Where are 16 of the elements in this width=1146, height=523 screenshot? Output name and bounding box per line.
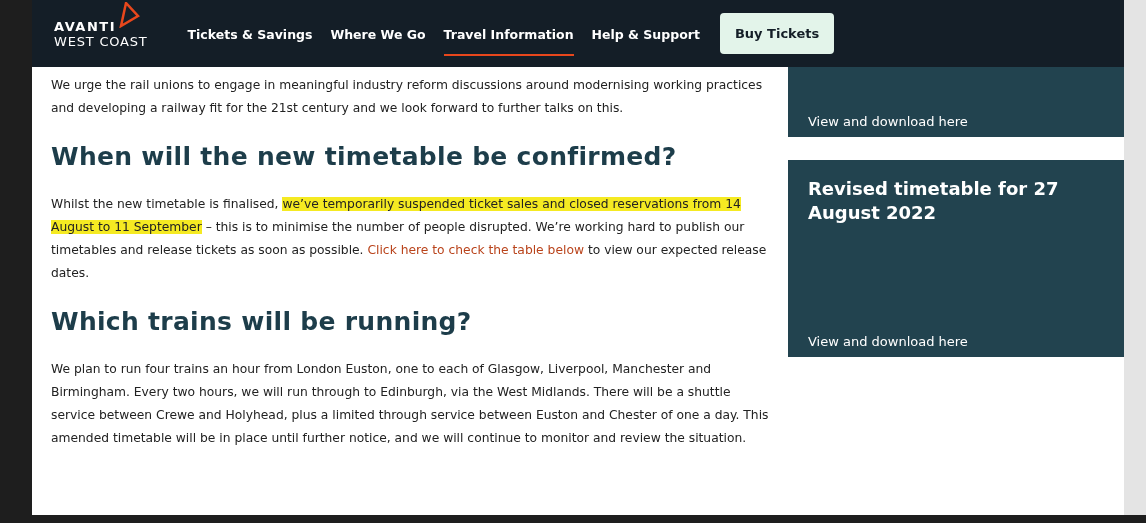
- nav-link[interactable]: Help & Support: [591, 15, 700, 56]
- buy-tickets-button[interactable]: Buy Tickets: [719, 13, 835, 54]
- section-heading: Which trains will be running?: [51, 307, 473, 336]
- section-heading: When will the new timetable be confirmed?: [51, 142, 678, 171]
- download-link[interactable]: View and download here: [808, 114, 1104, 129]
- text-link[interactable]: Click here to check the table below: [367, 243, 584, 257]
- download-link[interactable]: View and download here: [808, 334, 1104, 349]
- logo[interactable]: AVANTI WEST COAST: [54, 18, 148, 49]
- nav-link[interactable]: Where We Go: [330, 15, 426, 56]
- triangle-icon: [117, 2, 140, 28]
- nav-link[interactable]: Travel Information: [443, 15, 574, 56]
- card-title: Revised timetable for 27 August 2022: [808, 177, 1060, 225]
- paragraph: Whilst the new timetable is finalised, we’ve temporarily suspended ticket sales and closed reservations from 14 August to 11 September – this is to minimise the number of people disrupted. We’re working hard to publish our timetables and release tickets as soon as possible. Click here to check the table below to view our expected release dates.: [51, 196, 768, 282]
- paragraph: We plan to run four trains an hour from London Euston, one to each of Glasgow, Liverpool, Manchester and Birmingham. Every two hours, we will run through to Edinburgh, via the West Midlands. There will be a shuttle service between Crewe and Holyhead, plus a limited through service between Euston and Chester of one a day. This amended timetable will be in place until further notice, and we will continue to monitor and review the situation.: [51, 361, 769, 447]
- paragraph: We urge the rail unions to engage in meaningful industry reform discussions around modernising working practices and developing a railway fit for the 21st century and we look forward to further talks on this.: [51, 77, 764, 117]
- nav-link[interactable]: Tickets & Savings: [187, 15, 313, 56]
